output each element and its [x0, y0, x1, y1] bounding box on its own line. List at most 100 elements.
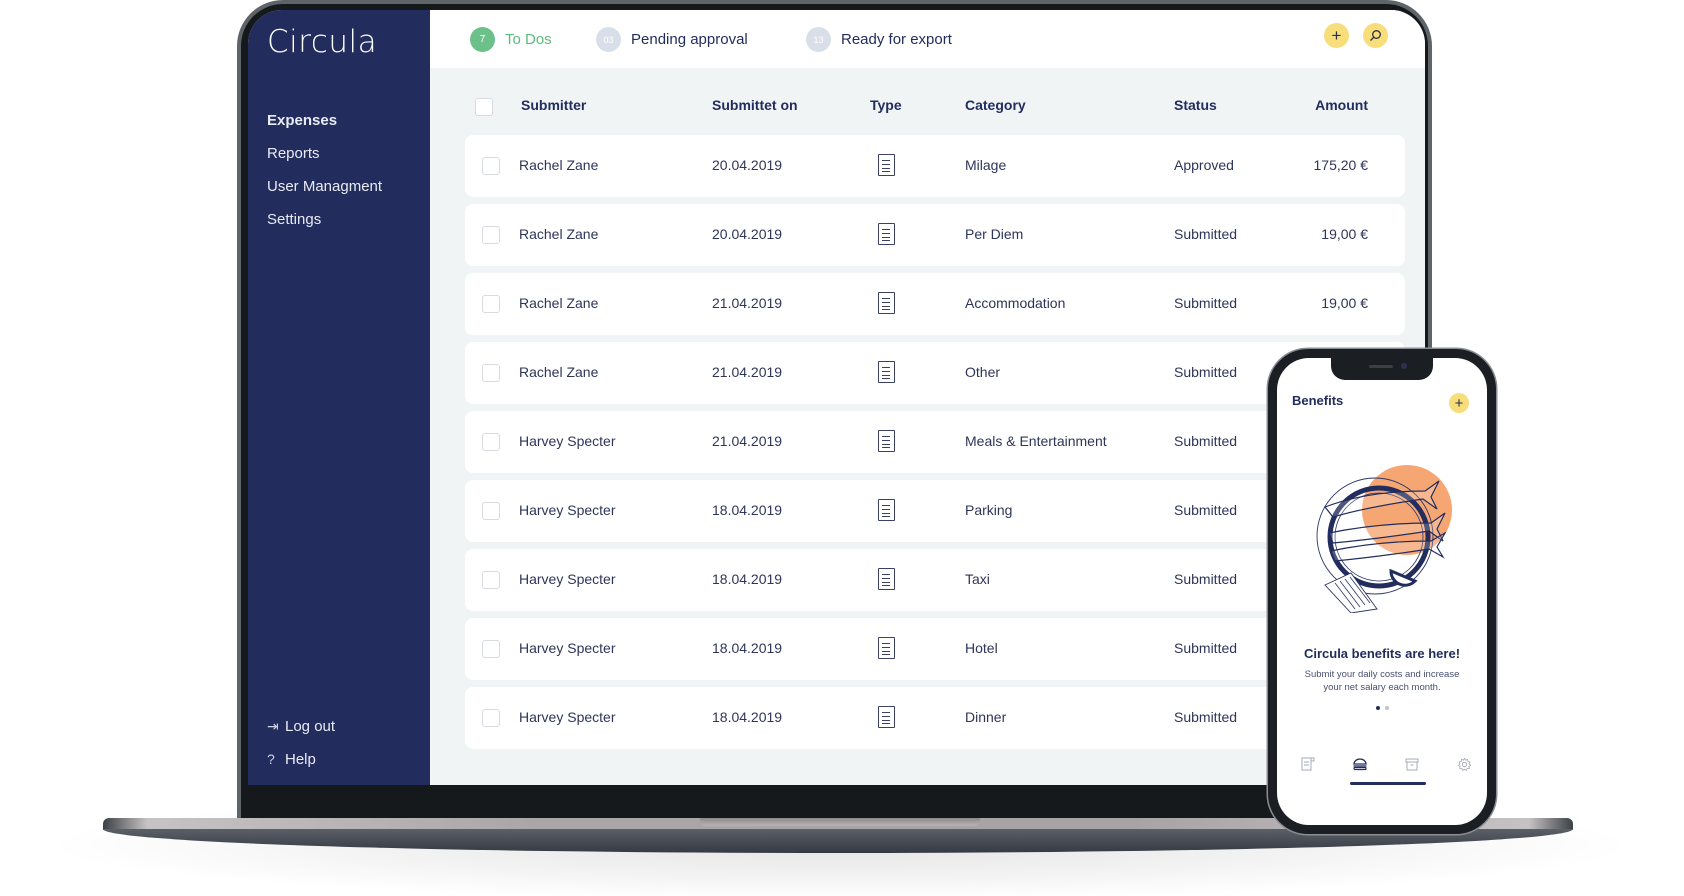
column-type[interactable]: Type [870, 97, 902, 113]
cell-submitter: Harvey Specter [519, 433, 616, 449]
phone-tab-settings[interactable] [1453, 753, 1475, 775]
phone-tab-bar [1277, 753, 1487, 783]
device-mockup-stage: Circula Expenses Reports User Managment … [0, 0, 1684, 896]
sidebar-item-expenses[interactable]: Expenses [267, 104, 382, 137]
table-row[interactable]: Harvey Specter 21.04.2019 Meals & Entertai… [465, 411, 1405, 473]
cell-submitter: Harvey Specter [519, 502, 616, 518]
cell-category: Taxi [965, 571, 990, 587]
help-label: Help [285, 751, 316, 768]
logout-link[interactable]: ⇥ Log out [267, 710, 335, 743]
receipt-icon[interactable] [878, 499, 895, 521]
search-icon [1370, 30, 1381, 41]
cell-submitted-on: 18.04.2019 [712, 502, 783, 518]
receipt-icon[interactable] [878, 430, 895, 452]
cell-category: Accommodation [965, 295, 1066, 311]
cell-submitter: Rachel Zane [519, 295, 599, 311]
table-row[interactable]: Rachel Zane 21.04.2019 Other Submitted [465, 342, 1405, 404]
cell-amount: 19,00 € [1321, 226, 1368, 242]
cell-submitted-on: 21.04.2019 [712, 433, 783, 449]
cell-submitted-on: 18.04.2019 [712, 709, 783, 725]
cell-submitter: Rachel Zane [519, 157, 599, 173]
carousel-dot[interactable] [1385, 706, 1389, 710]
sidebar: Circula Expenses Reports User Managment … [248, 10, 430, 785]
row-checkbox[interactable] [482, 502, 500, 520]
row-checkbox[interactable] [482, 364, 500, 382]
column-category[interactable]: Category [965, 97, 1026, 113]
receipt-icon[interactable] [878, 637, 895, 659]
sidebar-item-reports[interactable]: Reports [267, 137, 382, 170]
phone-frame: Benefits + Circula benefits are here! Su… [1268, 349, 1496, 834]
phone-home-indicator [1350, 782, 1426, 785]
cell-submitted-on: 18.04.2019 [712, 640, 783, 656]
cell-category: Parking [965, 502, 1013, 518]
archive-box-icon [1405, 758, 1419, 770]
tab-count-badge: 7 [470, 27, 495, 52]
phone-speaker [1369, 365, 1393, 368]
phone-tab-benefits[interactable] [1349, 753, 1371, 775]
column-status[interactable]: Status [1174, 97, 1217, 113]
row-checkbox[interactable] [482, 157, 500, 175]
receipt-icon[interactable] [878, 706, 895, 728]
cell-category: Per Diem [965, 226, 1024, 242]
receipt-icon[interactable] [878, 223, 895, 245]
phone-tab-expenses[interactable] [1297, 753, 1319, 775]
tab-ready-for-export[interactable]: 13 Ready for export [806, 27, 952, 52]
phone-tab-archive[interactable] [1401, 753, 1423, 775]
cell-category: Dinner [965, 709, 1007, 725]
cell-submitted-on: 21.04.2019 [712, 364, 783, 380]
row-checkbox[interactable] [482, 640, 500, 658]
help-link[interactable]: ? Help [267, 743, 335, 776]
column-submitter[interactable]: Submitter [521, 97, 586, 113]
cell-submitted-on: 21.04.2019 [712, 295, 783, 311]
sidebar-item-user-management[interactable]: User Managment [267, 170, 382, 203]
table-row[interactable]: Rachel Zane 21.04.2019 Accommodation Submit… [465, 273, 1405, 335]
logout-label: Log out [285, 718, 336, 735]
tab-pending-approval[interactable]: 03 Pending approval [596, 27, 748, 52]
table-row[interactable]: Harvey Specter 18.04.2019 Dinner Submitted [465, 687, 1405, 749]
row-checkbox[interactable] [482, 226, 500, 244]
carousel-dot-active[interactable] [1376, 706, 1380, 710]
column-submitted-on[interactable]: Submittet on [712, 97, 798, 113]
cell-submitter: Harvey Specter [519, 709, 616, 725]
phone-screen: Benefits + Circula benefits are here! Su… [1277, 358, 1487, 825]
row-checkbox[interactable] [482, 709, 500, 727]
plus-icon: + [1331, 25, 1342, 45]
cell-status: Submitted [1174, 364, 1238, 380]
phone-add-button[interactable]: + [1449, 393, 1469, 413]
receipt-icon[interactable] [878, 361, 895, 383]
search-button[interactable] [1363, 23, 1388, 48]
phone-camera [1401, 363, 1407, 369]
table-row[interactable]: Harvey Specter 18.04.2019 Hotel Submitted [465, 618, 1405, 680]
table-row[interactable]: Rachel Zane 20.04.2019 Milage Approved 175,2… [465, 135, 1405, 197]
fish-plate-illustration [1316, 465, 1452, 613]
laptop-screen: Circula Expenses Reports User Managment … [248, 10, 1425, 785]
table-row[interactable]: Harvey Specter 18.04.2019 Parking Submitted [465, 480, 1405, 542]
sidebar-item-settings[interactable]: Settings [267, 203, 382, 236]
receipt-icon[interactable] [878, 292, 895, 314]
select-all-checkbox[interactable] [475, 98, 493, 116]
cell-submitter: Rachel Zane [519, 226, 599, 242]
cell-status: Submitted [1174, 295, 1238, 311]
table-row[interactable]: Harvey Specter 18.04.2019 Taxi Submitted [465, 549, 1405, 611]
row-checkbox[interactable] [482, 571, 500, 589]
tab-label: Pending approval [631, 31, 748, 48]
cell-category: Meals & Entertainment [965, 433, 1107, 449]
table-header: Submitter Submittet on Type Category Sta… [465, 97, 1405, 121]
tab-to-dos[interactable]: 7 To Dos [470, 27, 552, 52]
carousel-indicator[interactable] [1376, 706, 1389, 710]
column-amount[interactable]: Amount [1278, 97, 1368, 113]
cell-submitted-on: 20.04.2019 [712, 226, 783, 242]
table-row[interactable]: Rachel Zane 20.04.2019 Per Diem Submitted 19… [465, 204, 1405, 266]
brand-logo[interactable]: Circula [267, 24, 377, 60]
gear-icon [1457, 757, 1471, 771]
receipt-icon[interactable] [878, 568, 895, 590]
phone-notch [1331, 358, 1433, 380]
add-button[interactable]: + [1324, 23, 1349, 48]
cell-status: Submitted [1174, 433, 1238, 449]
row-checkbox[interactable] [482, 433, 500, 451]
cell-submitter: Rachel Zane [519, 364, 599, 380]
cell-status: Submitted [1174, 709, 1238, 725]
cell-submitter: Harvey Specter [519, 571, 616, 587]
row-checkbox[interactable] [482, 295, 500, 313]
receipt-icon[interactable] [878, 154, 895, 176]
